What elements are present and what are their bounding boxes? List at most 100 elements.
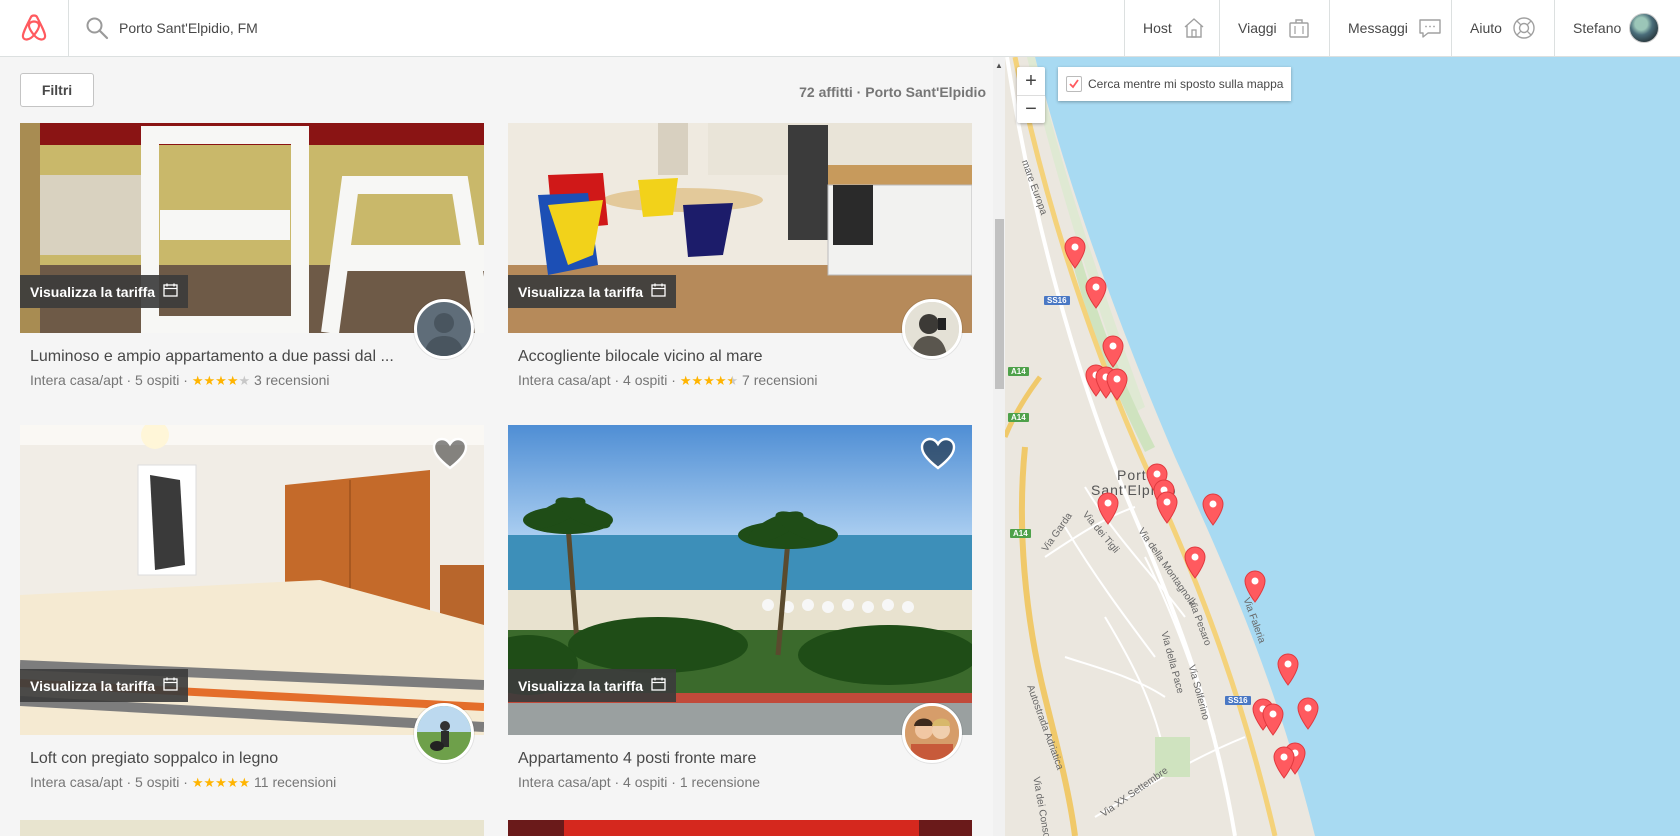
listings-pane: Visualizza la tariffa Luminoso e ampio a… xyxy=(0,57,993,836)
nav-viaggi-label: Viaggi xyxy=(1238,20,1277,36)
calendar-icon xyxy=(651,677,666,694)
host-photo xyxy=(905,302,959,356)
view-rate-label: Visualizza la tariffa xyxy=(30,677,156,694)
view-rate-label: Visualizza la tariffa xyxy=(30,283,156,300)
nav-messaggi[interactable]: Messaggi xyxy=(1329,0,1451,56)
filter-bar: Filtri 72 affitti · Porto Sant'Elpidio xyxy=(0,57,990,123)
chat-bubble-icon xyxy=(1418,15,1442,41)
map-marker-icon[interactable] xyxy=(1084,275,1108,309)
map-zoom-controls: + − xyxy=(1017,67,1045,123)
listing-type: Intera casa/apt · 4 ospiti · 1 recension… xyxy=(518,774,761,790)
map-marker-icon[interactable] xyxy=(1155,490,1179,524)
listing-meta: Intera casa/apt · 5 ospiti · ★★★★★ 11 re… xyxy=(30,774,336,791)
listing-photo[interactable]: Visualizza la tariffa xyxy=(20,115,484,333)
house-icon xyxy=(1182,15,1206,41)
search-icon xyxy=(85,14,113,42)
map-marker-icon[interactable] xyxy=(1261,702,1285,736)
search-as-move-toggle[interactable]: Cerca mentre mi sposto sulla mappa xyxy=(1058,67,1292,101)
listing-title[interactable]: Luminoso e ampio appartamento a due pass… xyxy=(30,348,394,366)
listing-card[interactable] xyxy=(508,820,972,836)
airbnb-logo[interactable] xyxy=(0,0,69,56)
filters-button[interactable]: Filtri xyxy=(20,73,94,107)
calendar-icon xyxy=(163,283,178,300)
road-shield: A14 xyxy=(1008,413,1029,422)
user-avatar xyxy=(1629,13,1660,43)
listing-type: Intera casa/apt · 4 ospiti · xyxy=(518,372,676,388)
map-marker-icon[interactable] xyxy=(1105,367,1129,401)
road-shield: A14 xyxy=(1008,367,1029,376)
nav-viaggi[interactable]: Viaggi xyxy=(1219,0,1329,56)
map-marker-icon[interactable] xyxy=(1183,545,1207,579)
view-rate-badge[interactable]: Visualizza la tariffa xyxy=(508,669,677,702)
search-bar[interactable] xyxy=(69,0,1124,56)
scrollbar-thumb[interactable] xyxy=(995,219,1004,389)
review-count: 3 recensioni xyxy=(254,372,330,388)
road-shield: A14 xyxy=(1010,529,1031,538)
checkbox-checked-icon[interactable] xyxy=(1066,76,1082,92)
listing-card[interactable]: Visualizza la tariffa Accogliente biloca… xyxy=(508,115,972,405)
nav-user-menu[interactable]: Stefano xyxy=(1554,0,1680,56)
calendar-icon xyxy=(163,677,178,694)
listing-meta: Intera casa/apt · 4 ospiti · ★★★★★ 7 rec… xyxy=(518,372,818,389)
default-user-icon xyxy=(424,313,464,356)
listings-scrollbar[interactable]: ▲ xyxy=(993,57,1005,836)
nav-host[interactable]: Host xyxy=(1124,0,1219,56)
host-avatar[interactable] xyxy=(414,299,474,359)
map-marker-icon[interactable] xyxy=(1096,491,1120,525)
heart-icon[interactable] xyxy=(432,437,468,471)
user-name: Stefano xyxy=(1573,20,1622,36)
rating-stars: ★★★★★ xyxy=(679,373,739,388)
rating-stars: ★★★★★ xyxy=(191,373,251,388)
map-marker-icon[interactable] xyxy=(1201,492,1225,526)
listing-card[interactable]: Visualizza la tariffa Loft con pregiato … xyxy=(20,425,484,790)
map-marker-icon[interactable] xyxy=(1296,696,1320,730)
heart-icon[interactable] xyxy=(920,437,956,471)
map-marker-icon[interactable] xyxy=(1063,235,1087,269)
listing-photo[interactable]: Visualizza la tariffa xyxy=(508,425,972,735)
map-canvas[interactable] xyxy=(1005,57,1680,836)
view-rate-label: Visualizza la tariffa xyxy=(518,677,644,694)
map-marker-icon[interactable] xyxy=(1243,569,1267,603)
nav-host-label: Host xyxy=(1143,20,1172,36)
listing-photo[interactable]: Visualizza la tariffa xyxy=(508,115,972,333)
listing-type: Intera casa/apt · 5 ospiti · xyxy=(30,372,188,388)
airbnb-logo-icon xyxy=(21,14,47,41)
map-panel[interactable]: Porto Sant'Elpidio Via Garda Via dei Tig… xyxy=(1005,57,1680,836)
view-rate-badge[interactable]: Visualizza la tariffa xyxy=(508,275,677,308)
listing-type: Intera casa/apt · 5 ospiti · xyxy=(30,774,188,790)
nav-messaggi-label: Messaggi xyxy=(1348,20,1408,36)
listing-title[interactable]: Appartamento 4 posti fronte mare xyxy=(518,750,756,768)
review-count: 7 recensioni xyxy=(742,372,818,388)
listing-title[interactable]: Accogliente bilocale vicino al mare xyxy=(518,348,763,366)
listing-card[interactable]: Visualizza la tariffa Luminoso e ampio a… xyxy=(20,115,484,405)
zoom-in-button[interactable]: + xyxy=(1017,67,1045,95)
host-avatar[interactable] xyxy=(414,703,474,763)
listing-meta: Intera casa/apt · 5 ospiti · ★★★★★ 3 rec… xyxy=(30,372,330,389)
road-shield: SS16 xyxy=(1225,696,1251,705)
suitcase-icon xyxy=(1287,15,1311,41)
listing-card[interactable]: Visualizza la tariffa Appartamento 4 pos… xyxy=(508,425,972,790)
listing-photo[interactable]: Visualizza la tariffa xyxy=(20,425,484,735)
view-rate-label: Visualizza la tariffa xyxy=(518,283,644,300)
host-avatar[interactable] xyxy=(902,703,962,763)
calendar-icon xyxy=(651,283,666,300)
nav-aiuto[interactable]: Aiuto xyxy=(1451,0,1554,56)
results-count: 72 affitti · Porto Sant'Elpidio xyxy=(799,84,986,100)
nav-aiuto-label: Aiuto xyxy=(1470,20,1502,36)
location-search-input[interactable] xyxy=(119,20,519,36)
zoom-out-button[interactable]: − xyxy=(1017,95,1045,123)
listing-title[interactable]: Loft con pregiato soppalco in legno xyxy=(30,750,278,768)
review-count: 11 recensioni xyxy=(254,774,337,790)
host-photo xyxy=(905,706,959,760)
view-rate-badge[interactable]: Visualizza la tariffa xyxy=(20,275,189,308)
listing-card[interactable] xyxy=(20,820,484,836)
top-navbar: Host Viaggi Messaggi Aiuto Stefano xyxy=(0,0,1680,57)
view-rate-badge[interactable]: Visualizza la tariffa xyxy=(20,669,189,702)
host-photo xyxy=(417,706,471,760)
scroll-up-arrow-icon[interactable]: ▲ xyxy=(995,61,1003,70)
road-shield: SS16 xyxy=(1044,296,1070,305)
map-marker-icon[interactable] xyxy=(1272,745,1296,779)
host-avatar[interactable] xyxy=(902,299,962,359)
map-marker-icon[interactable] xyxy=(1276,652,1300,686)
listing-meta: Intera casa/apt · 4 ospiti · 1 recension… xyxy=(518,774,760,790)
